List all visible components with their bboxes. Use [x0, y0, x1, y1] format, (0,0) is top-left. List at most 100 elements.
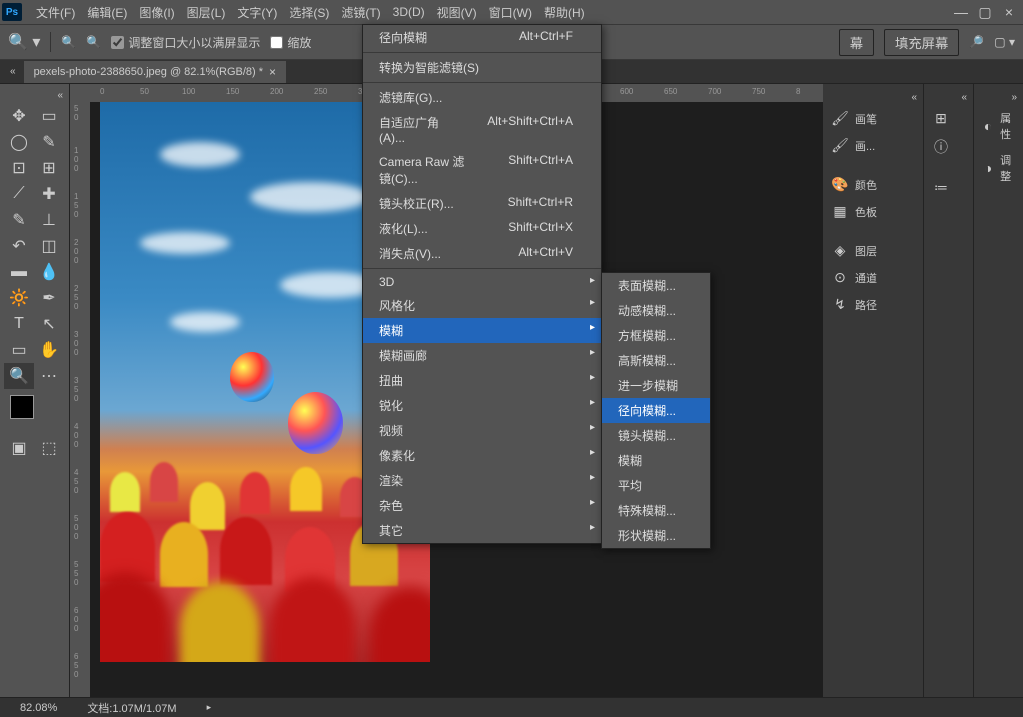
channels-panel[interactable]: ⊙通道	[823, 264, 923, 291]
collapse-icon[interactable]: »	[974, 90, 1023, 105]
close-tab-button[interactable]: ×	[269, 65, 276, 79]
zoom-in-icon[interactable]: 🔍	[61, 35, 76, 49]
eyedropper-tool[interactable]: ⟋	[4, 181, 34, 207]
healing-tool[interactable]: ✚	[34, 181, 64, 207]
blur-item[interactable]: 进一步模糊	[602, 373, 710, 398]
history-icon[interactable]: ⊞	[924, 105, 973, 132]
collapse-icon[interactable]: «	[4, 88, 65, 103]
blur-item[interactable]: 形状模糊...	[602, 523, 710, 548]
color-swatches[interactable]	[4, 395, 64, 435]
history-brush-tool[interactable]: ↶	[4, 233, 34, 259]
filter-item[interactable]: 自适应广角(A)...Alt+Shift+Ctrl+A	[363, 110, 601, 149]
dodge-tool[interactable]: 🔆	[4, 285, 34, 311]
filter-item[interactable]: 模糊画廊	[363, 343, 601, 368]
fit-screen-button[interactable]: 幕	[839, 29, 874, 56]
zoom-tool[interactable]: 🔍	[4, 363, 34, 389]
collapse-icon[interactable]: «	[10, 66, 16, 77]
layers-panel[interactable]: ◈图层	[823, 237, 923, 264]
more-tool[interactable]: ⋯	[34, 363, 64, 389]
foreground-color[interactable]	[10, 395, 34, 419]
filter-item[interactable]: 消失点(V)...Alt+Ctrl+V	[363, 241, 601, 266]
quick-select-tool[interactable]: ✎	[34, 129, 64, 155]
menu-filter[interactable]: 滤镜(T)	[335, 1, 386, 24]
properties-panel[interactable]: ◐属性	[974, 105, 1023, 147]
blur-item[interactable]: 平均	[602, 473, 710, 498]
menu-window[interactable]: 窗口(W)	[483, 1, 538, 24]
zoom-out-icon[interactable]: 🔍	[86, 35, 101, 49]
color-panel[interactable]: 🎨颜色	[823, 171, 923, 198]
workspace-icon[interactable]: ▢ ▾	[994, 35, 1015, 49]
filter-item[interactable]: 3D	[363, 271, 601, 293]
lasso-tool[interactable]: ◯	[4, 129, 34, 155]
filter-item[interactable]: 锐化	[363, 393, 601, 418]
filter-item[interactable]: Camera Raw 滤镜(C)...Shift+Ctrl+A	[363, 149, 601, 191]
filter-item[interactable]: 模糊	[363, 318, 601, 343]
paths-panel[interactable]: ↯路径	[823, 291, 923, 318]
brush-tool[interactable]: ✎	[4, 207, 34, 233]
brush-panel[interactable]: 🖌画笔	[823, 105, 923, 132]
marquee-tool[interactable]: ▭	[34, 103, 64, 129]
type-tool[interactable]: T	[4, 311, 34, 337]
pen-tool[interactable]: ✒	[34, 285, 64, 311]
menu-view[interactable]: 视图(V)	[431, 1, 483, 24]
filter-item[interactable]: 扭曲	[363, 368, 601, 393]
menu-layer[interactable]: 图层(L)	[181, 1, 232, 24]
quickmask-tool[interactable]: ▣	[4, 435, 34, 461]
blur-item[interactable]: 特殊模糊...	[602, 498, 710, 523]
zoom-readout[interactable]: 82.08%	[20, 702, 57, 714]
share-icon[interactable]: 🔎	[969, 35, 984, 49]
hand-tool[interactable]: ✋	[34, 337, 64, 363]
menu-file[interactable]: 文件(F)	[30, 1, 81, 24]
menu-3d[interactable]: 3D(D)	[387, 2, 431, 22]
filter-item[interactable]: 转换为智能滤镜(S)	[363, 55, 601, 80]
blur-item[interactable]: 镜头模糊...	[602, 423, 710, 448]
blur-item[interactable]: 模糊	[602, 448, 710, 473]
info-icon[interactable]: ⓘ	[924, 132, 973, 162]
zoom-all-checkbox[interactable]: 缩放	[270, 34, 311, 51]
stamp-tool[interactable]: ⊥	[34, 207, 64, 233]
filter-item[interactable]: 像素化	[363, 443, 601, 468]
filter-item[interactable]: 其它	[363, 518, 601, 543]
filter-item[interactable]: 滤镜库(G)...	[363, 85, 601, 110]
gradient-tool[interactable]: ▬	[4, 259, 34, 285]
filter-item[interactable]: 液化(L)...Shift+Ctrl+X	[363, 216, 601, 241]
resize-window-checkbox[interactable]: 调整窗口大小以满屏显示	[111, 34, 260, 51]
crop-tool[interactable]: ⊡	[4, 155, 34, 181]
menu-image[interactable]: 图像(I)	[133, 1, 180, 24]
swatches-panel[interactable]: ▦色板	[823, 198, 923, 225]
doc-info[interactable]: 文档:1.07M/1.07M	[87, 700, 176, 716]
maximize-button[interactable]: ▢	[973, 3, 997, 21]
eraser-tool[interactable]: ◫	[34, 233, 64, 259]
filter-item[interactable]: 径向模糊Alt+Ctrl+F	[363, 25, 601, 50]
path-tool[interactable]: ↖	[34, 311, 64, 337]
move-tool[interactable]: ✥	[4, 103, 34, 129]
document-tab[interactable]: pexels-photo-2388650.jpeg @ 82.1%(RGB/8)…	[24, 61, 287, 83]
filter-item[interactable]: 渲染	[363, 468, 601, 493]
filter-item[interactable]: 风格化	[363, 293, 601, 318]
menu-type[interactable]: 文字(Y)	[231, 1, 283, 24]
blur-item[interactable]: 高斯模糊...	[602, 348, 710, 373]
collapse-icon[interactable]: «	[924, 90, 973, 105]
filter-item[interactable]: 杂色	[363, 493, 601, 518]
zoom-tool-icon[interactable]: 🔍 ▾	[8, 32, 40, 52]
filter-item[interactable]: 镜头校正(R)...Shift+Ctrl+R	[363, 191, 601, 216]
filter-item[interactable]: 视频	[363, 418, 601, 443]
close-button[interactable]: ×	[997, 3, 1021, 21]
collapse-icon[interactable]: «	[823, 90, 923, 105]
blur-item[interactable]: 径向模糊...	[602, 398, 710, 423]
fill-screen-button[interactable]: 填充屏幕	[884, 29, 959, 56]
brush-preset-panel[interactable]: 🖌画...	[823, 132, 923, 159]
menu-select[interactable]: 选择(S)	[283, 1, 335, 24]
menu-help[interactable]: 帮助(H)	[538, 1, 591, 24]
list-icon[interactable]: ≔	[924, 174, 973, 201]
blur-item[interactable]: 表面模糊...	[602, 273, 710, 298]
frame-tool[interactable]: ⊞	[34, 155, 64, 181]
adjustments-panel[interactable]: ◑调整	[974, 147, 1023, 189]
blur-item[interactable]: 动感模糊...	[602, 298, 710, 323]
minimize-button[interactable]: —	[949, 3, 973, 21]
menu-edit[interactable]: 编辑(E)	[81, 1, 133, 24]
shape-tool[interactable]: ▭	[4, 337, 34, 363]
blur-item[interactable]: 方框模糊...	[602, 323, 710, 348]
screenmode-tool[interactable]: ⬚	[34, 435, 64, 461]
blur-tool[interactable]: 💧	[34, 259, 64, 285]
